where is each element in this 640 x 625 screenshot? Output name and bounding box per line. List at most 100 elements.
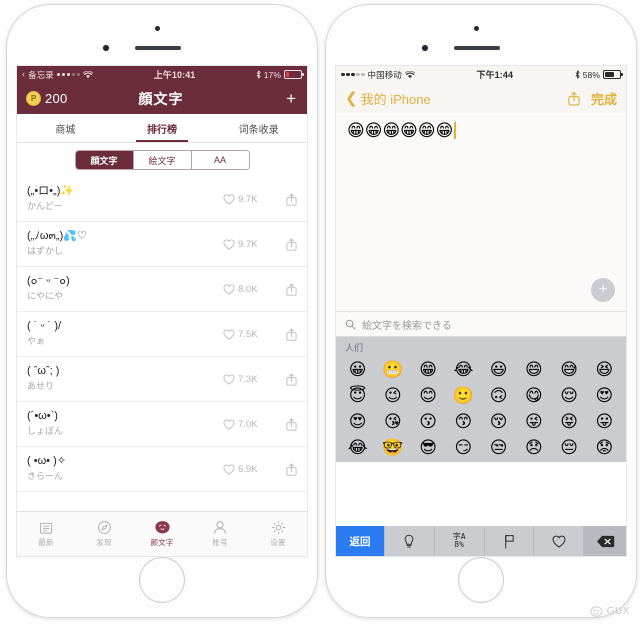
emoji-key[interactable]: 🙂 (446, 382, 481, 408)
share-button[interactable] (275, 193, 297, 206)
notes-nav-bar: ❮ 我的 iPhone 完成 (336, 83, 626, 113)
tab-label: 设置 (270, 538, 286, 547)
like-button[interactable]: 9.7K (223, 194, 275, 205)
emoji-key[interactable]: 😔 (552, 434, 587, 460)
back-button[interactable]: ❮ 我的 iPhone (345, 89, 568, 108)
right-status-right: 58% (575, 70, 623, 80)
hearts-key[interactable] (534, 526, 584, 556)
add-attachment-button[interactable]: + (591, 278, 615, 302)
kaomoji-text: ( ˆωˆ; ) (27, 365, 60, 378)
segment-kaomoji[interactable]: 顔文字 (75, 151, 134, 169)
sidebar-item-settings[interactable]: 设置 (249, 512, 307, 556)
emoji-key[interactable]: 😋 (516, 382, 551, 408)
emoji-key[interactable]: 😝 (552, 408, 587, 434)
sidebar-item-kaomoji[interactable]: 颜文字 (133, 512, 191, 556)
recent-key[interactable] (385, 526, 435, 556)
list-item[interactable]: (๐⁻ ᵕ ⁻๐) にやにや 8.0K (17, 267, 307, 312)
flags-key[interactable] (485, 526, 535, 556)
tab-shop[interactable]: 商城 (17, 114, 114, 142)
emoji-key[interactable]: 😎 (411, 434, 446, 460)
delete-key[interactable] (584, 526, 626, 556)
emoji-key[interactable]: 😃 (481, 356, 516, 382)
list-item-texts: („•̀ロ•́„)✨ かんどー (27, 185, 223, 212)
sidebar-item-discover[interactable]: 发现 (75, 512, 133, 556)
emoji-search-bar[interactable]: 絵文字を検索できる (336, 311, 626, 337)
emoji-key[interactable]: 😅 (552, 356, 587, 382)
status-back-icon[interactable]: ‹ (22, 70, 25, 79)
emoji-key[interactable]: 😟 (587, 434, 622, 460)
emoji-key[interactable]: 😂 (446, 356, 481, 382)
heart-icon (223, 239, 235, 250)
like-button[interactable]: 8.0K (223, 284, 275, 295)
done-button[interactable]: 完成 (591, 89, 617, 108)
emoji-key[interactable]: 😬 (375, 356, 410, 382)
emoji-key[interactable]: 😍 (587, 382, 622, 408)
share-button[interactable] (275, 283, 297, 296)
like-button[interactable]: 7.3K (223, 374, 275, 385)
like-button[interactable]: 6.9K (223, 464, 275, 475)
share-button[interactable] (275, 418, 297, 431)
emoji-key[interactable]: 😇 (340, 382, 375, 408)
list-item[interactable]: („•̀ロ•́„)✨ かんどー 9.7K (17, 177, 307, 222)
emoji-key[interactable]: 😊 (411, 382, 446, 408)
screenshot-stage: ‹ 备忘录 上午10:41 17% P 200 顔文字 + 商城 排行榜 词条收… (0, 0, 640, 625)
tab-ranking[interactable]: 排行榜 (114, 114, 211, 142)
emoji-key[interactable]: 😗 (411, 408, 446, 434)
tab-entries[interactable]: 词条收录 (210, 114, 307, 142)
emoji-key[interactable]: 😌 (552, 382, 587, 408)
sidebar-item-account[interactable]: 账号 (191, 512, 249, 556)
home-button[interactable] (139, 557, 185, 603)
list-item[interactable]: (´•ω•`) しょぼん 7.0K (17, 402, 307, 447)
coin-icon: P (26, 91, 41, 106)
coin-balance[interactable]: P 200 (26, 91, 88, 106)
list-item[interactable]: ( ˆωˆ; ) あせり 7.3K (17, 357, 307, 402)
emoji-key[interactable]: 🤓 (375, 434, 410, 460)
return-key[interactable]: 返回 (336, 526, 385, 556)
list-item[interactable]: ( ˙ ᵕ ˙ )/ やぁ 7.5K (17, 312, 307, 357)
emoji-key[interactable]: 😆 (587, 356, 622, 382)
like-button[interactable]: 7.5K (223, 329, 275, 340)
segmented-control-wrap: 顔文字 絵文字 AA (17, 143, 307, 177)
note-editor[interactable]: 😁😁😁😁😁😁 + (336, 113, 626, 311)
note-content-line: 😁😁😁😁😁😁 (347, 122, 615, 139)
emoji-key[interactable]: 😍 (340, 408, 375, 434)
front-camera-icon (103, 45, 109, 51)
symbols-key[interactable]: 字A 8% (435, 526, 485, 556)
emoji-key[interactable]: 😉 (375, 382, 410, 408)
like-button[interactable]: 9.7K (223, 239, 275, 250)
emoji-key[interactable]: 😂 (340, 434, 375, 460)
emoji-key[interactable]: 😚 (481, 408, 516, 434)
like-button[interactable]: 7.0K (223, 419, 275, 430)
emoji-key[interactable]: 🙃 (481, 382, 516, 408)
list-item[interactable]: ( •ω• )✧ きらーん 6.9K (17, 447, 307, 492)
share-button[interactable] (275, 463, 297, 476)
sidebar-item-latest[interactable]: 最新 (17, 512, 75, 556)
emoji-key[interactable]: 😏 (446, 434, 481, 460)
newspaper-icon (39, 522, 52, 534)
section-tabs: 商城 排行榜 词条收录 (17, 114, 307, 143)
emoji-key[interactable]: 😙 (446, 408, 481, 434)
share-button[interactable] (568, 91, 580, 106)
emoji-key[interactable]: 😛 (587, 408, 622, 434)
emoji-key[interactable]: 😞 (516, 434, 551, 460)
list-item[interactable]: („ﾉω๓„)💦♡ はずかし 9.7K (17, 222, 307, 267)
share-icon (568, 91, 580, 106)
share-button[interactable] (275, 373, 297, 386)
emoji-key[interactable]: 😒 (481, 434, 516, 460)
emoji-key[interactable]: 😁 (411, 356, 446, 382)
segment-emoji[interactable]: 絵文字 (133, 151, 192, 169)
add-button[interactable]: + (234, 90, 298, 107)
emoji-key[interactable]: 😘 (375, 408, 410, 434)
list-item-texts: ( •ω• )✧ きらーん (27, 455, 223, 482)
segment-aa[interactable]: AA (191, 151, 249, 169)
kaomoji-list: („•̀ロ•́„)✨ かんどー 9.7K („ﾉω๓„)💦♡ はずかし 9.7K… (17, 177, 307, 492)
symbols-icon: 字A 8% (452, 531, 466, 549)
home-button[interactable] (458, 557, 504, 603)
right-status-bar: 中国移动 下午1:44 58% (336, 66, 626, 83)
share-button[interactable] (275, 238, 297, 251)
heart-icon (223, 329, 235, 340)
emoji-key[interactable]: 😄 (516, 356, 551, 382)
share-button[interactable] (275, 328, 297, 341)
emoji-key[interactable]: 😜 (516, 408, 551, 434)
emoji-key[interactable]: 😀 (340, 356, 375, 382)
